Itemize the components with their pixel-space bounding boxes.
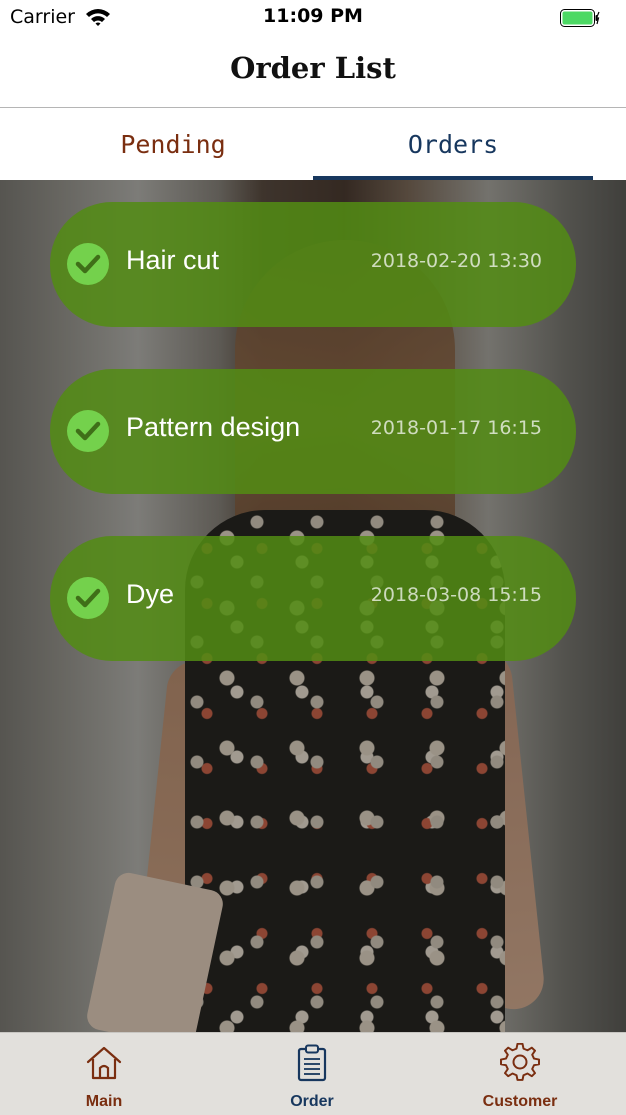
tab-orders[interactable]: Orders: [313, 108, 593, 180]
tab-bar-label: Customer: [482, 1093, 558, 1110]
tab-bar-label: Order: [290, 1093, 334, 1110]
order-name: Pattern design: [126, 412, 301, 442]
tab-pending[interactable]: Pending: [33, 108, 313, 180]
order-name: Dye: [126, 579, 175, 609]
order-name: Hair cut: [126, 245, 220, 275]
status-bar: Carrier 11:09 PM: [0, 0, 626, 36]
order-item[interactable]: Hair cut 2018-02-20 13:30: [50, 202, 576, 327]
check-circle-icon: [67, 410, 109, 452]
home-icon: [86, 1046, 122, 1080]
order-date: 2018-01-17 16:15: [370, 417, 542, 439]
gear-icon: [500, 1043, 540, 1081]
segment-tabs: Pending Orders: [0, 108, 626, 180]
order-date: 2018-02-20 13:30: [370, 250, 542, 272]
nav-bar: Order List: [0, 36, 626, 108]
tab-bar-label: Main: [85, 1093, 123, 1110]
clipboard-icon: [297, 1044, 327, 1082]
order-date: 2018-03-08 15:15: [370, 584, 542, 606]
order-item[interactable]: Pattern design 2018-01-17 16:15: [50, 369, 576, 494]
tab-bar-item-customer[interactable]: Customer: [416, 1033, 624, 1115]
tab-bar-item-order[interactable]: Order: [208, 1033, 416, 1115]
clock: 11:09 PM: [263, 5, 363, 27]
page-title: Order List: [230, 51, 396, 85]
check-circle-icon: [67, 243, 109, 285]
check-circle-icon: [67, 577, 109, 619]
battery-icon: [560, 9, 600, 27]
tab-bar: Main Order Customer: [0, 1032, 626, 1115]
tab-bar-item-main[interactable]: Main: [0, 1033, 208, 1115]
order-item[interactable]: Dye 2018-03-08 15:15: [50, 536, 576, 661]
